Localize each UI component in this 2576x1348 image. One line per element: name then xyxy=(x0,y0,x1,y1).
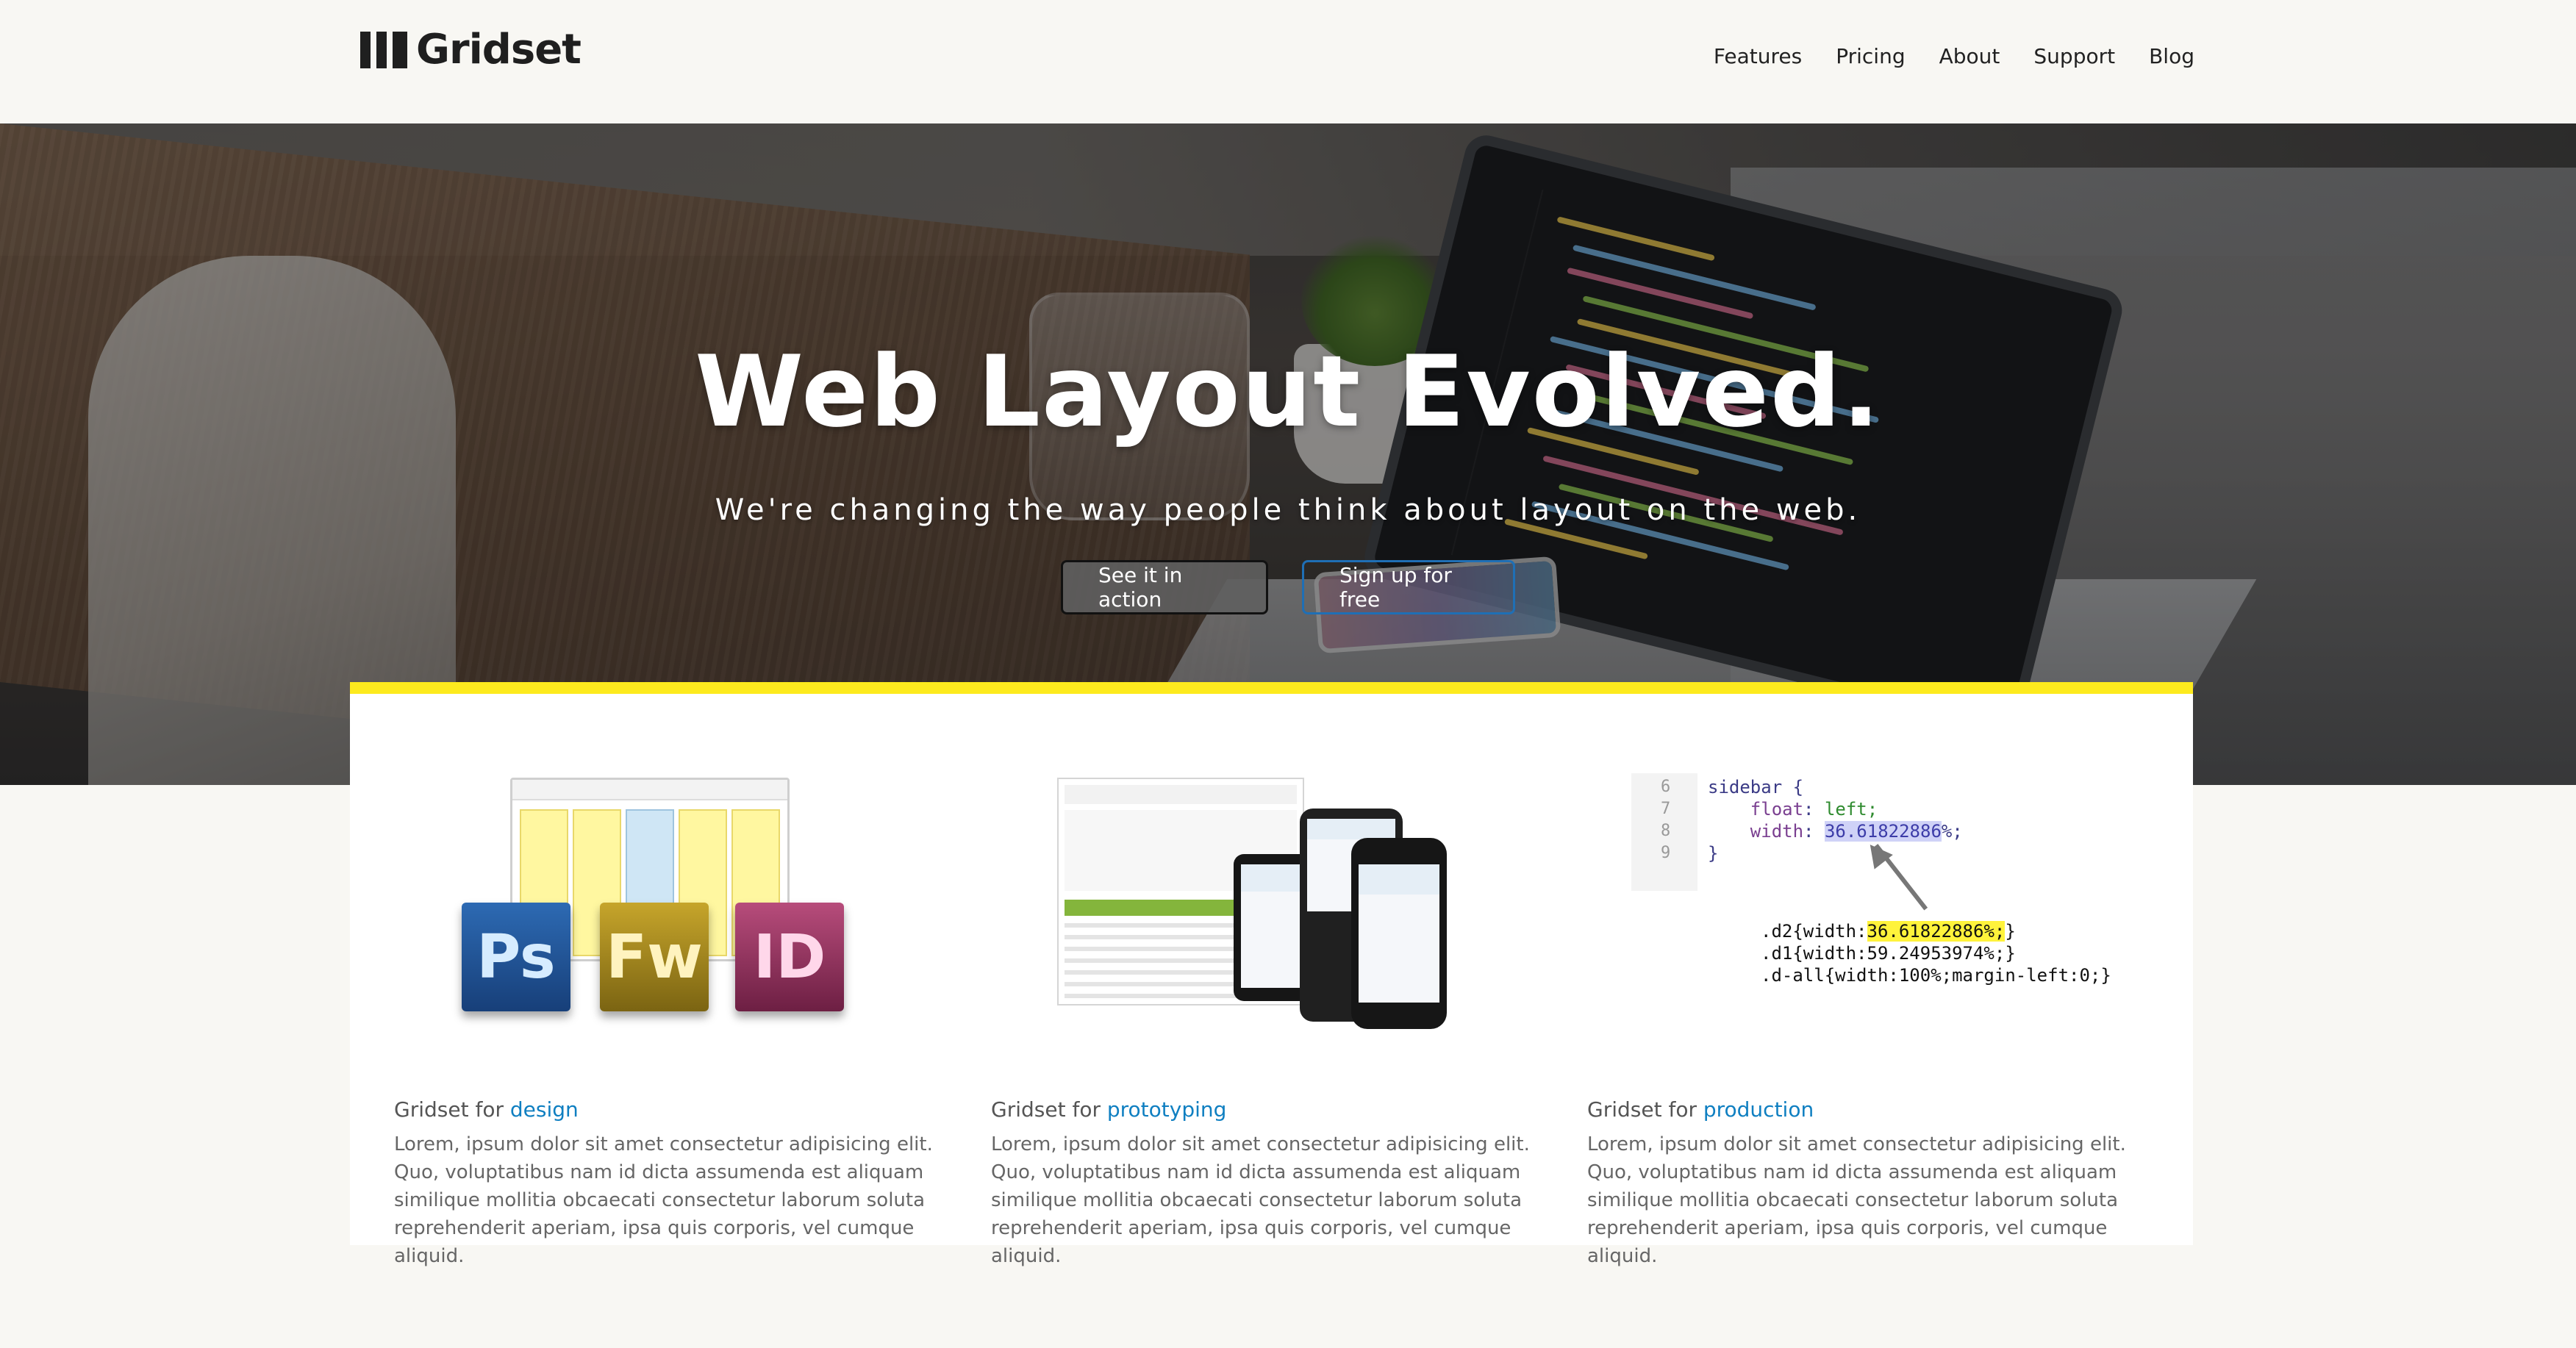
see-it-in-action-button[interactable]: See it in action xyxy=(1061,560,1268,614)
hero-title: Web Layout Evolved. xyxy=(695,334,1881,449)
features-card: Ps Fw ID Gridset for design Lorem, ipsum… xyxy=(350,682,2193,1267)
top-navigation-bar: Gridset Features Pricing About Support B… xyxy=(0,0,2576,123)
feature-production-body: Lorem, ipsum dolor sit amet consectetur … xyxy=(1587,1133,2126,1267)
nav-blog[interactable]: Blog xyxy=(2149,38,2194,75)
feature-production-title: Gridset for production xyxy=(1587,1095,2131,1125)
feature-prototyping: Gridset for prototyping Lorem, ipsum dol… xyxy=(991,773,1535,1270)
code-snippet: 6 7 8 9 sidebar { float: left; width: 36… xyxy=(1631,773,2117,1048)
feature-prototyping-title: Gridset for prototyping xyxy=(991,1095,1535,1125)
nav-features[interactable]: Features xyxy=(1714,38,1802,75)
prototyping-illustration xyxy=(991,773,1535,1048)
hero-actions: See it in action Sign up for free xyxy=(0,560,2576,614)
gridset-logo-mark xyxy=(360,32,407,68)
gridset-logo[interactable]: Gridset xyxy=(360,26,582,74)
code-line-numbers: 6 7 8 9 xyxy=(1661,778,1671,862)
sidebar-css-rule: sidebar { float: left; width: 36.6182288… xyxy=(1708,777,1963,864)
feature-design-link[interactable]: design xyxy=(510,1097,579,1122)
feature-design-title: Gridset for design xyxy=(394,1095,938,1125)
hero-subtitle: We're changing the way people think abou… xyxy=(715,493,1861,527)
nav-support[interactable]: Support xyxy=(2033,38,2115,75)
production-illustration: 6 7 8 9 sidebar { float: left; width: 36… xyxy=(1587,773,2131,1048)
iphone-device xyxy=(1351,838,1447,1029)
feature-prototyping-prefix: Gridset for xyxy=(991,1097,1107,1122)
photoshop-icon: Ps xyxy=(462,903,570,1011)
nav-pricing[interactable]: Pricing xyxy=(1836,38,1905,75)
sign-up-for-free-button[interactable]: Sign up for free xyxy=(1302,560,1515,614)
feature-design: Ps Fw ID Gridset for design Lorem, ipsum… xyxy=(394,773,938,1270)
feature-production: 6 7 8 9 sidebar { float: left; width: 36… xyxy=(1587,773,2131,1270)
design-illustration: Ps Fw ID xyxy=(394,773,938,1048)
indesign-icon: ID xyxy=(735,903,844,1011)
feature-prototyping-link[interactable]: prototyping xyxy=(1107,1097,1227,1122)
feature-design-prefix: Gridset for xyxy=(394,1097,510,1122)
main-nav: Features Pricing About Support Blog xyxy=(1714,38,2194,75)
feature-prototyping-body: Lorem, ipsum dolor sit amet consectetur … xyxy=(991,1133,1530,1267)
feature-production-prefix: Gridset for xyxy=(1587,1097,1703,1122)
generated-css-classes: .d2{width:36.61822886%;} .d1{width:59.24… xyxy=(1761,921,2111,986)
fireworks-icon: Fw xyxy=(600,903,709,1011)
feature-design-body: Lorem, ipsum dolor sit amet consectetur … xyxy=(394,1133,933,1267)
nav-about[interactable]: About xyxy=(1939,38,2000,75)
brand-name: Gridset xyxy=(416,26,582,74)
feature-production-link[interactable]: production xyxy=(1703,1097,1814,1122)
